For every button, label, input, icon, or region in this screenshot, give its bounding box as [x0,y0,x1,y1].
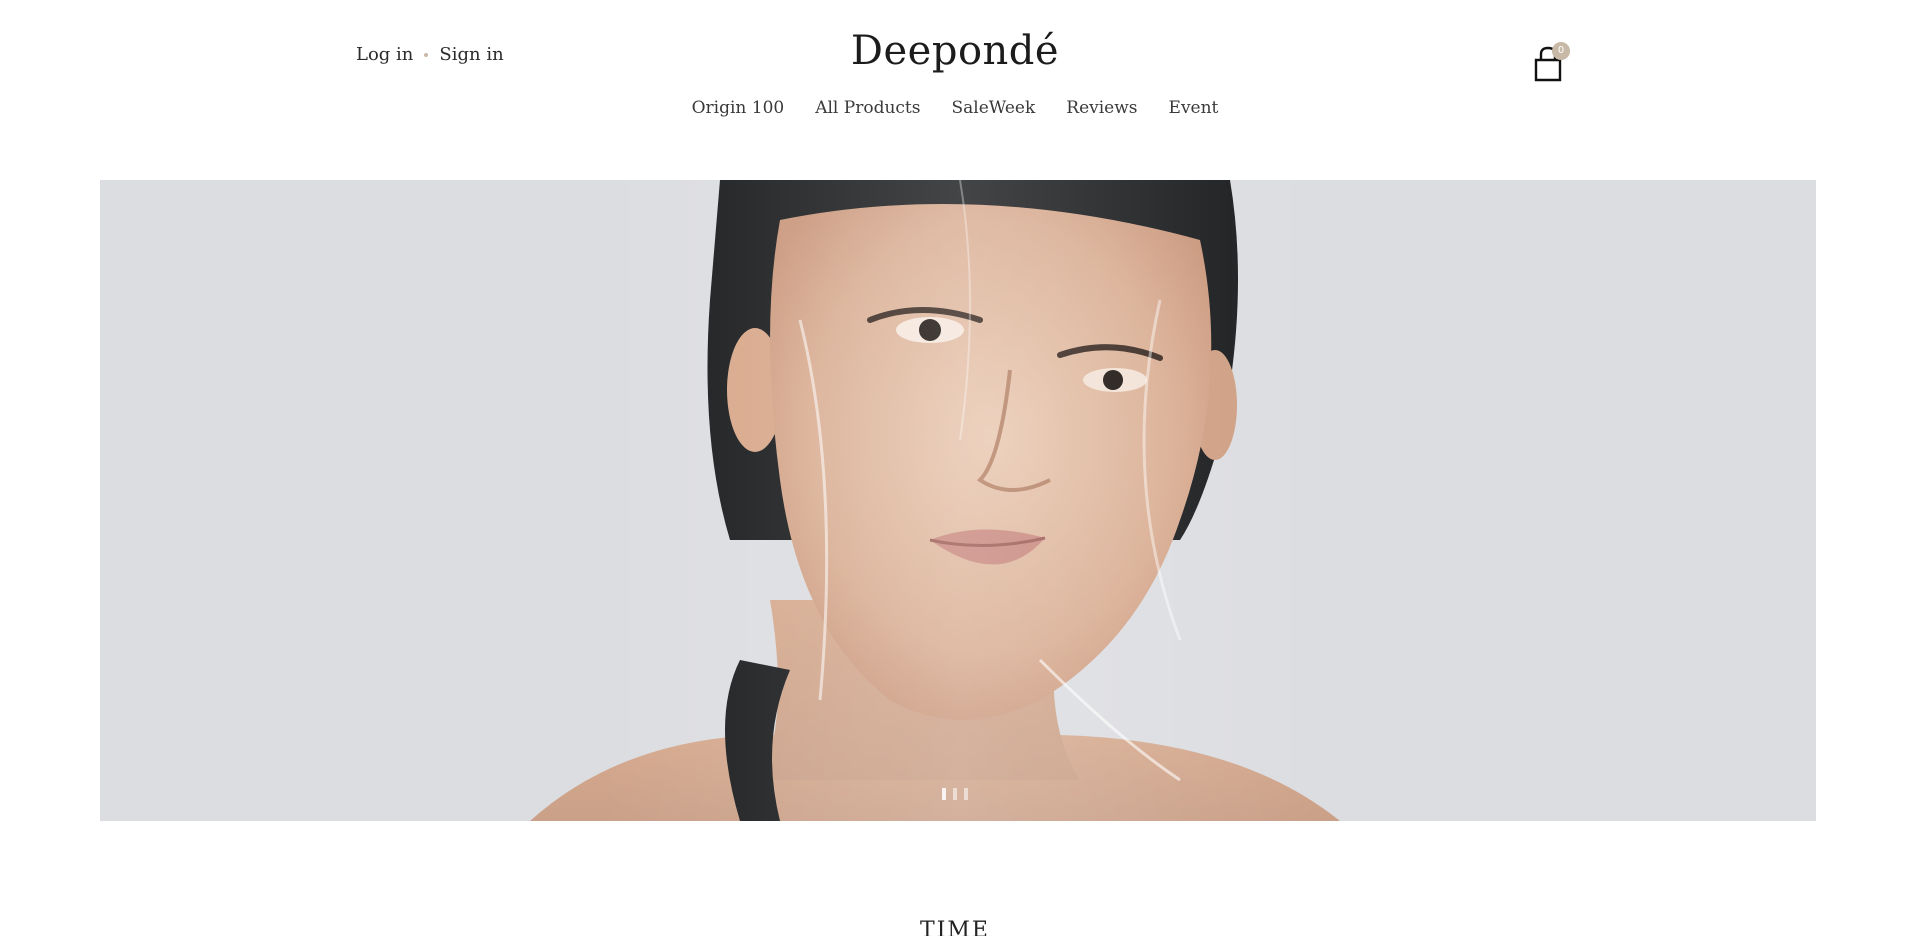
brand-logo[interactable]: Deepondé [0,28,1910,74]
nav-item-all-products[interactable]: All Products [815,98,920,118]
section-title: TIME [920,918,990,936]
nav-item-saleweek[interactable]: SaleWeek [951,98,1035,118]
cart-button[interactable]: 0 [1532,42,1570,82]
cart-count-badge: 0 [1552,42,1570,60]
site-header: Log in Sign in Deepondé Origin 100 All P… [0,0,1910,150]
slide-indicator-2[interactable] [953,788,957,800]
page: Log in Sign in Deepondé Origin 100 All P… [0,0,1910,936]
nav-item-reviews[interactable]: Reviews [1066,98,1137,118]
slider-indicators [942,788,968,800]
nav-item-event[interactable]: Event [1169,98,1219,118]
nav-item-origin-100[interactable]: Origin 100 [692,98,785,118]
main-nav: Origin 100 All Products SaleWeek Reviews… [0,98,1910,118]
hero-banner[interactable] [100,180,1816,821]
slide-indicator-1[interactable] [942,788,946,800]
hero-portrait-image [100,180,1816,821]
slide-indicator-3[interactable] [964,788,968,800]
